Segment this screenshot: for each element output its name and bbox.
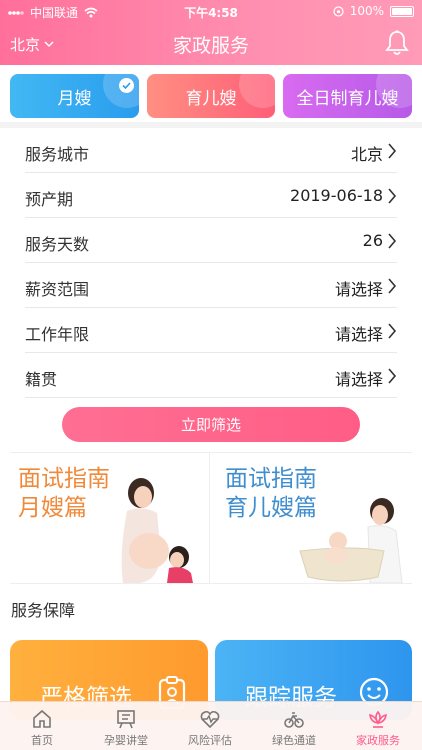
banner-line: 面试指南 <box>225 466 317 492</box>
selected-check-icon <box>119 78 134 93</box>
tabbar-item-green-channel[interactable]: 绿色通道 <box>252 702 336 750</box>
form-row-experience[interactable]: 工作年限 请选择 <box>25 308 397 353</box>
row-label: 服务城市 <box>25 145 90 164</box>
heartbeat-icon <box>200 710 220 729</box>
banner-text: 面试指南 月嫂篇 <box>18 465 110 523</box>
tabbar-label: 家政服务 <box>356 734 400 747</box>
filter-form: 服务城市 北京 预产期 2019-06-18 服务天数 26 薪资范围 请选择 … <box>25 128 397 398</box>
chevron-right-icon <box>388 233 397 249</box>
row-label: 预产期 <box>25 190 74 209</box>
row-label: 籍贯 <box>25 370 58 389</box>
header: 中国联通 下午4:58 100% 北京 家政服务 <box>0 0 422 65</box>
tabbar-label: 孕婴讲堂 <box>104 734 148 747</box>
battery-percent: 100% <box>349 4 384 18</box>
banner-line: 面试指南 <box>18 466 110 492</box>
tabbar-item-home[interactable]: 首页 <box>0 702 84 750</box>
row-label: 薪资范围 <box>25 280 90 299</box>
row-label: 服务天数 <box>25 235 90 254</box>
tabbar-item-housekeeping[interactable]: 家政服务 <box>336 702 420 750</box>
page-title: 家政服务 <box>172 35 249 57</box>
tab-label: 月嫂 <box>57 88 92 109</box>
form-row-hometown[interactable]: 籍贯 请选择 <box>25 353 397 398</box>
banner-line: 月嫂篇 <box>18 495 87 521</box>
bicycle-icon <box>284 712 304 728</box>
bell-icon[interactable] <box>384 29 410 57</box>
tab-decoration <box>239 74 275 108</box>
form-row-due-date[interactable]: 预产期 2019-06-18 <box>25 173 397 218</box>
row-value: 2019-06-18 <box>290 186 383 205</box>
tab-fulltime-yuersao[interactable]: 全日制育儿嫂 <box>283 74 412 118</box>
lotus-icon <box>369 710 387 728</box>
tabbar-label: 绿色通道 <box>272 734 316 747</box>
row-value: 请选择 <box>334 325 383 344</box>
bathing-baby-illustration <box>299 498 403 583</box>
nav-bar: 北京 家政服务 <box>0 24 422 64</box>
banner-yuesao-guide[interactable]: 面试指南 月嫂篇 <box>10 453 210 583</box>
section-title-guarantee: 服务保障 <box>11 601 76 620</box>
banner-yuersao-guide[interactable]: 面试指南 育儿嫂篇 <box>211 453 412 583</box>
battery-icon <box>390 5 414 17</box>
chevron-right-icon <box>388 188 397 204</box>
tab-yuersao[interactable]: 育儿嫂 <box>147 74 275 118</box>
row-value: 北京 <box>350 145 383 164</box>
form-row-salary[interactable]: 薪资范围 请选择 <box>25 263 397 308</box>
divider <box>10 583 412 584</box>
filter-submit-button[interactable]: 立即筛选 <box>62 407 360 442</box>
lecture-board-icon <box>117 710 135 729</box>
bottom-tab-bar: 首页 孕婴讲堂 风险评估 绿色通道 家政服务 <box>0 701 422 750</box>
chevron-right-icon <box>388 278 397 294</box>
tab-label: 育儿嫂 <box>185 88 237 109</box>
chevron-right-icon <box>388 323 397 339</box>
orientation-lock-icon <box>333 5 344 17</box>
pregnant-mother-illustration <box>121 478 193 583</box>
tabbar-item-lecture[interactable]: 孕婴讲堂 <box>84 702 168 750</box>
row-value: 26 <box>362 231 383 250</box>
row-value: 请选择 <box>334 370 383 389</box>
row-value: 请选择 <box>334 280 383 299</box>
tab-yuesao[interactable]: 月嫂 <box>10 74 139 118</box>
tabbar-label: 首页 <box>31 734 53 747</box>
chevron-right-icon <box>388 143 397 159</box>
form-row-city[interactable]: 服务城市 北京 <box>25 128 397 173</box>
row-label: 工作年限 <box>25 325 90 344</box>
tabbar-item-risk[interactable]: 风险评估 <box>168 702 252 750</box>
service-type-tabs: 月嫂 育儿嫂 全日制育儿嫂 <box>10 74 412 120</box>
home-icon <box>33 709 51 728</box>
status-bar: 中国联通 下午4:58 100% <box>0 0 422 22</box>
tabbar-label: 风险评估 <box>188 734 232 747</box>
chevron-right-icon <box>388 368 397 384</box>
form-row-service-days[interactable]: 服务天数 26 <box>25 218 397 263</box>
